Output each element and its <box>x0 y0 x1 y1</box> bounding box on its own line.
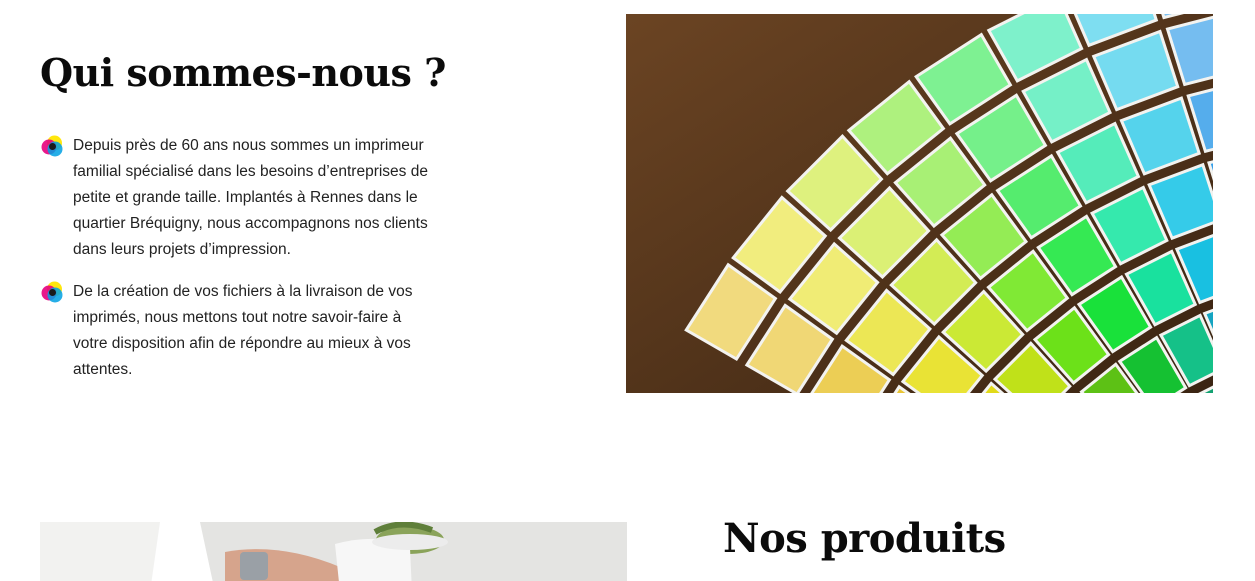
cmyk-bullet-icon <box>40 280 64 304</box>
hands-plant-illustration <box>40 522 627 581</box>
pantone-swatch-image <box>626 14 1213 393</box>
page: Qui sommes-nous ? Depuis près de 60 ans … <box>0 0 1255 581</box>
about-paragraph: De la création de vos fichiers à la livr… <box>73 283 413 378</box>
cmyk-bullet-icon <box>40 134 64 158</box>
about-item: De la création de vos fichiers à la livr… <box>40 279 430 383</box>
pantone-swatch-illustration <box>626 14 1213 393</box>
about-title: Qui sommes-nous ? <box>40 50 446 95</box>
about-item: Depuis près de 60 ans nous sommes un imp… <box>40 133 430 263</box>
products-title: Nos produits <box>723 515 1006 562</box>
about-list: Depuis près de 60 ans nous sommes un imp… <box>40 133 430 399</box>
hands-plant-image <box>40 522 627 581</box>
about-paragraph: Depuis près de 60 ans nous sommes un imp… <box>73 137 428 258</box>
